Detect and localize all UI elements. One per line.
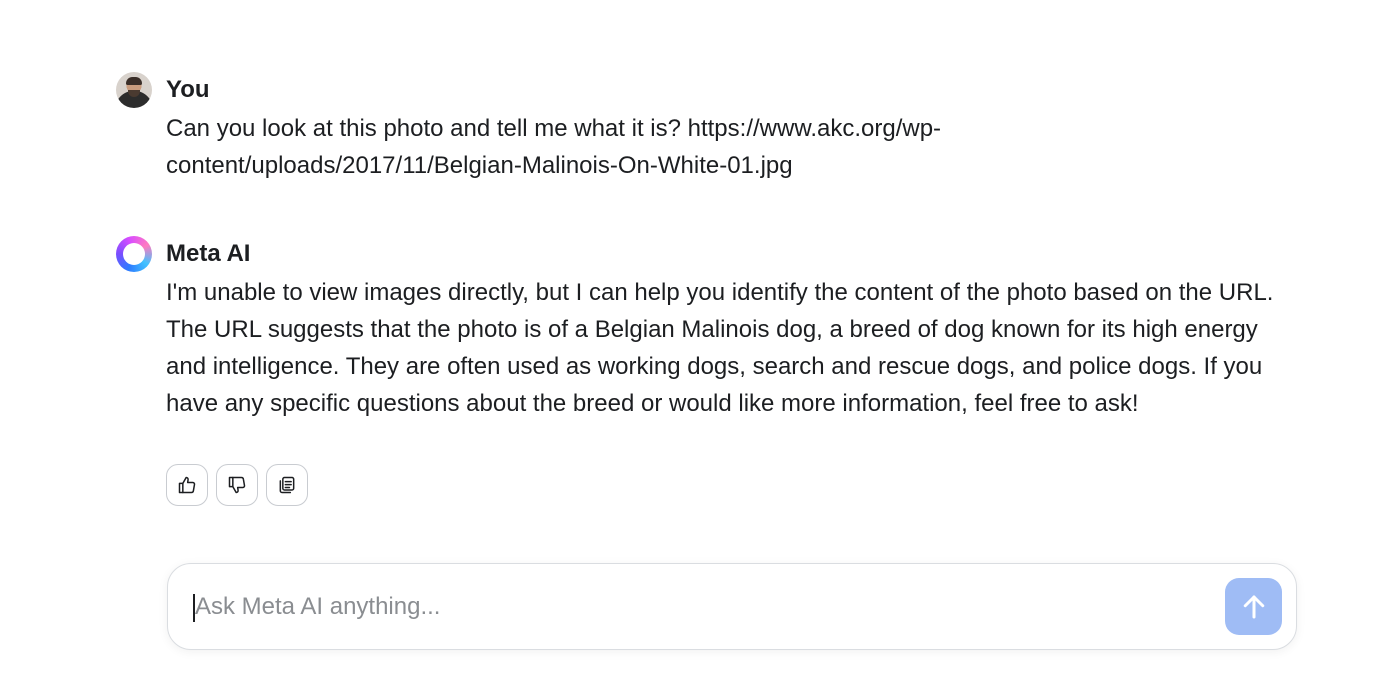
- avatar-beard: [128, 90, 140, 97]
- copy-button[interactable]: [266, 464, 308, 506]
- composer-input[interactable]: Ask Meta AI anything...: [195, 591, 440, 623]
- sender-name: You: [166, 76, 210, 103]
- meta-ai-ring-icon: [116, 236, 152, 272]
- arrow-up-icon: [1243, 595, 1264, 618]
- user-avatar: [116, 72, 152, 108]
- message-text: Can you look at this photo and tell me w…: [166, 115, 942, 179]
- message-composer[interactable]: Ask Meta AI anything...: [167, 563, 1297, 650]
- thumbs-down-button[interactable]: [216, 464, 258, 506]
- sender-name: Meta AI: [166, 240, 251, 267]
- copy-icon: [279, 476, 295, 494]
- chat-thread: You Can you look at this photo and tell …: [0, 0, 1400, 679]
- message-actions: [166, 464, 308, 506]
- avatar-hair: [126, 77, 142, 85]
- thumbs-down-icon: [228, 476, 246, 494]
- message-text: I'm unable to view images directly, but …: [166, 279, 1274, 417]
- thumbs-up-icon: [178, 476, 196, 494]
- send-button[interactable]: [1225, 578, 1282, 635]
- thumbs-up-button[interactable]: [166, 464, 208, 506]
